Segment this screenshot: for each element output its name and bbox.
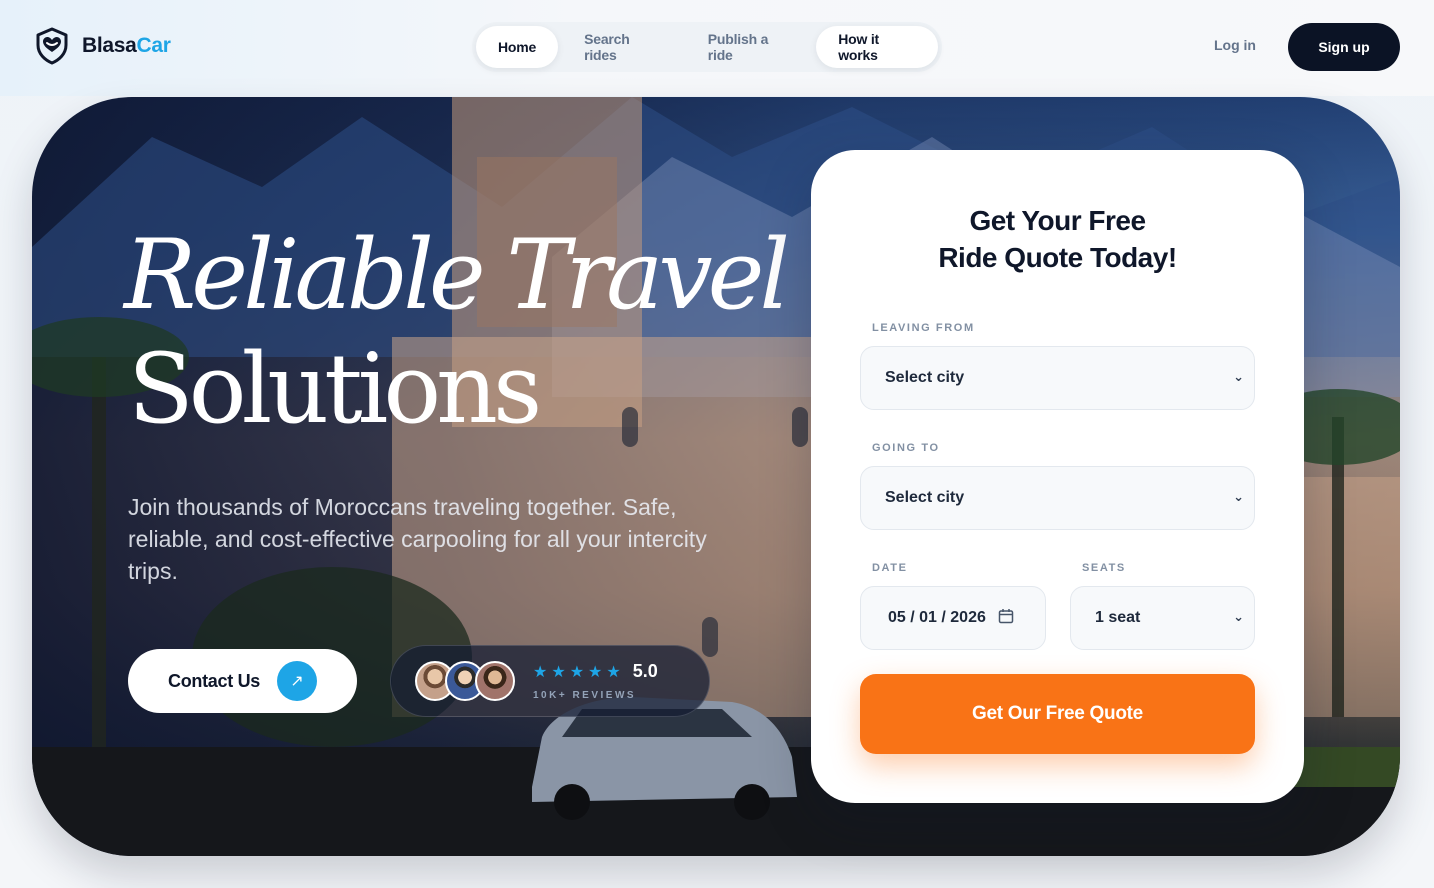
- nav-home[interactable]: Home: [476, 26, 559, 68]
- reviewer-avatar: [475, 661, 515, 701]
- quote-form-card: Get Your Free Ride Quote Today! LEAVING …: [811, 150, 1304, 803]
- contact-us-label: Contact Us: [168, 670, 261, 691]
- seats-label: SEATS: [1082, 562, 1126, 574]
- arrow-up-right-icon: ↗: [277, 661, 317, 701]
- calendar-icon[interactable]: [998, 608, 1014, 629]
- hero-headline-line1: Reliable Travel: [124, 219, 790, 331]
- get-quote-button[interactable]: Get Our Free Quote: [860, 674, 1255, 754]
- nav-how-it-works[interactable]: How it works: [816, 26, 938, 68]
- date-input[interactable]: 05 / 01 / 2026: [860, 586, 1046, 650]
- quote-form-title: Get Your Free Ride Quote Today!: [938, 205, 1177, 273]
- seats-select[interactable]: 1 seat ⌄: [1070, 586, 1255, 650]
- brand-logo[interactable]: BlasaCar: [32, 26, 171, 66]
- hero-headline-line2: Solutions: [128, 333, 542, 445]
- nav-publish-ride[interactable]: Publish a ride: [686, 26, 812, 68]
- leaving-from-label: LEAVING FROM: [872, 322, 975, 334]
- contact-us-button[interactable]: Contact Us ↗: [128, 649, 357, 713]
- chevron-down-icon: ⌄: [1233, 609, 1244, 624]
- going-to-label: GOING TO: [872, 442, 940, 454]
- login-link[interactable]: Log in: [1214, 37, 1256, 53]
- signup-button[interactable]: Sign up: [1288, 23, 1400, 71]
- reviews-count: 10K+ REVIEWS: [533, 690, 637, 701]
- reviews-badge: ★★★★★ 5.0 10K+ REVIEWS: [390, 645, 710, 717]
- going-to-select[interactable]: Select city ⌄: [860, 466, 1255, 530]
- main-nav: Home Search rides Publish a ride How it …: [472, 22, 942, 72]
- rating-value: 5.0: [632, 661, 658, 681]
- smiling-heart-shield-icon: [36, 27, 68, 65]
- nav-search-rides[interactable]: Search rides: [562, 26, 682, 68]
- brand-name: BlasaCar: [82, 34, 171, 57]
- review-info: ★★★★★ 5.0 10K+ REVIEWS: [533, 661, 658, 701]
- hero-subtitle: Join thousands of Moroccans traveling to…: [128, 494, 707, 584]
- site-header: BlasaCar Home Search rides Publish a rid…: [0, 0, 1434, 96]
- date-label: DATE: [872, 562, 908, 574]
- leaving-from-select[interactable]: Select city ⌄: [860, 346, 1255, 410]
- chevron-down-icon: ⌄: [1233, 369, 1244, 384]
- chevron-down-icon: ⌄: [1233, 489, 1244, 504]
- star-rating-icons: ★★★★★: [533, 663, 625, 681]
